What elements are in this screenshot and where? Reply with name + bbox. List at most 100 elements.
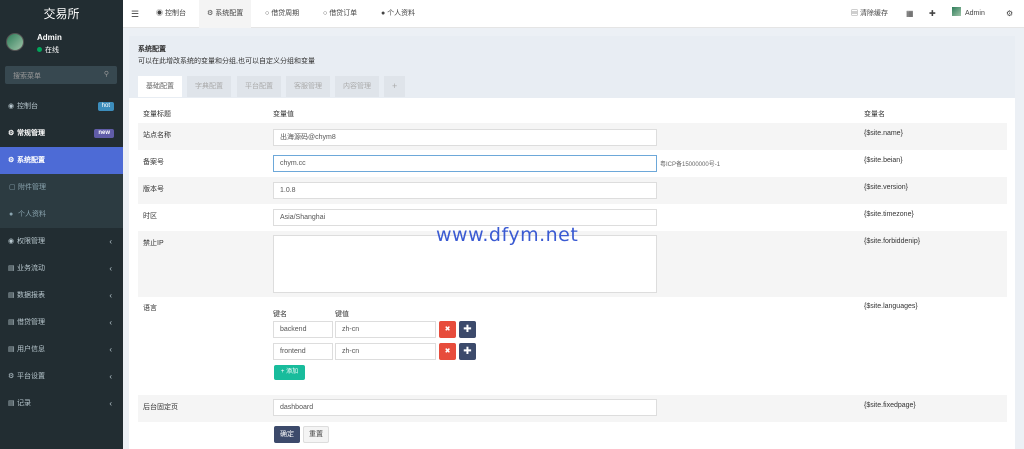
admin-avatar	[952, 7, 961, 16]
tab-label: 系统配置	[215, 10, 244, 17]
dashboard-icon: ◉	[8, 103, 15, 110]
version-input[interactable]: 1.0.8	[273, 182, 657, 199]
drag-row-button[interactable]: ✚	[459, 321, 476, 338]
chevron-left-icon: ‹	[109, 318, 112, 327]
fixed-page-input[interactable]: dashboard	[273, 399, 657, 416]
tab-platform[interactable]: 平台配置	[237, 76, 281, 97]
admin-menu[interactable]: Admin	[952, 0, 985, 28]
sidebar-item-dashboard[interactable]: ◉ 控制台 hot	[0, 93, 123, 120]
remove-row-button[interactable]: ✖	[439, 343, 456, 360]
reset-button[interactable]: 重置	[303, 426, 329, 443]
sidebar-item-auth[interactable]: ◉ 权限管理 ‹	[0, 228, 123, 255]
panel-heading: 系统配置 可以在此增改系统的变量和分组,也可以自定义分组和变量 基础配置 字典配…	[129, 36, 1015, 98]
sidebar-item-business[interactable]: ▤ 业务流动 ‹	[0, 255, 123, 282]
app-logo[interactable]: 交易所	[0, 0, 123, 28]
chevron-left-icon: ‹	[109, 237, 112, 246]
gear-icon: ⚙	[8, 373, 15, 380]
watermark: www.dfym.net	[436, 224, 579, 246]
row-varname: {$site.languages}	[864, 303, 918, 310]
translate-icon[interactable]: ▦	[906, 0, 914, 28]
user-icon: ●	[9, 211, 14, 218]
close-icon: ✖	[444, 326, 451, 333]
sidebar-item-users[interactable]: ▤ 用户信息 ‹	[0, 336, 123, 363]
row-varname: {$site.version}	[864, 184, 908, 191]
sidebar-search[interactable]: 搜索菜单 ⚲	[5, 66, 117, 84]
row-varname: {$site.forbiddenip}	[864, 238, 921, 245]
user-panel: Admin 在线	[0, 28, 123, 63]
row-varname: {$site.name}	[864, 130, 903, 137]
search-input[interactable]: 搜索菜单	[13, 71, 41, 81]
sidebar-item-attachment[interactable]: ▢ 附件管理	[0, 174, 123, 201]
list-icon: ▤	[8, 319, 15, 326]
tab-content[interactable]: 内容管理	[335, 76, 379, 97]
settings-icon[interactable]: ⚙	[1006, 0, 1013, 28]
online-dot-icon	[37, 47, 42, 52]
file-image-icon: ▢	[9, 184, 16, 191]
sidebar-item-loans[interactable]: ▤ 借贷管理 ‹	[0, 309, 123, 336]
group-icon: ◉	[8, 238, 15, 245]
tab-profile[interactable]: ● 个人资料	[375, 0, 421, 28]
sidebar-item-profile[interactable]: ● 个人资料	[0, 201, 123, 228]
sidebar-item-records[interactable]: ▤ 记录 ‹	[0, 390, 123, 417]
tab-loan-cycle[interactable]: ○ 借贷周期	[259, 0, 305, 28]
row-label: 时区	[143, 213, 157, 220]
add-language-button[interactable]: + 添加	[274, 365, 305, 380]
tab-basic[interactable]: 基础配置	[138, 76, 182, 97]
list-icon: ▤	[8, 265, 15, 272]
page-title: 系统配置	[138, 46, 166, 53]
lang-key-input[interactable]: frontend	[273, 343, 333, 360]
beian-input[interactable]: chym.cc	[273, 155, 657, 172]
dashboard-icon: ◉	[156, 10, 165, 17]
sidebar-item-label: 常规管理	[17, 130, 45, 137]
search-icon[interactable]: ⚲	[104, 70, 109, 78]
lang-value-input[interactable]: zh-cn	[335, 343, 436, 360]
tab-label: 控制台	[164, 10, 186, 17]
row-label: 站点名称	[143, 132, 171, 139]
content-panel: 系统配置 可以在此增改系统的变量和分组,也可以自定义分组和变量 基础配置 字典配…	[129, 36, 1015, 449]
sidebar-item-label: 用户信息	[17, 346, 45, 353]
sidebar-item-label: 附件管理	[18, 184, 46, 191]
drag-row-button[interactable]: ✚	[459, 343, 476, 360]
add-tab-button[interactable]: +	[384, 76, 406, 97]
trash-icon: ▤	[851, 10, 860, 17]
tab-dictionary[interactable]: 字典配置	[187, 76, 231, 97]
tab-config[interactable]: ⚙ 系统配置	[199, 0, 252, 28]
clear-cache-button[interactable]: ▤ 清除缓存	[851, 0, 888, 28]
avatar	[6, 33, 24, 51]
row-varname: {$site.beian}	[864, 157, 903, 164]
lang-key-input[interactable]: backend	[273, 321, 333, 338]
gear-icon: ⚙	[8, 157, 15, 164]
menu-toggle-icon[interactable]: ☰	[131, 0, 145, 28]
sidebar: 交易所 Admin 在线 搜索菜单 ⚲ ◉ 控制台 hot ⚙ 常规管理 new ⚙ 系统…	[0, 0, 123, 449]
chevron-left-icon: ‹	[109, 345, 112, 354]
add-label: 添加	[286, 369, 299, 375]
sidebar-item-general[interactable]: ⚙ 常规管理 new	[0, 120, 123, 147]
page-description: 可以在此增改系统的变量和分组,也可以自定义分组和变量	[138, 58, 315, 65]
file-icon: ▤	[8, 292, 15, 299]
user-name: Admin	[37, 33, 62, 42]
new-badge: new	[94, 129, 114, 138]
tab-dashboard[interactable]: ◉ 控制台	[150, 0, 192, 28]
key-header: 键名	[273, 311, 287, 318]
row-label: 语言	[143, 305, 157, 312]
chevron-left-icon: ‹	[109, 291, 112, 300]
tab-service[interactable]: 客服管理	[286, 76, 330, 97]
chevron-left-icon: ‹	[109, 372, 112, 381]
row-varname: {$site.fixedpage}	[864, 402, 916, 409]
sidebar-item-reports[interactable]: ▤ 数据报表 ‹	[0, 282, 123, 309]
move-icon: ✚	[463, 324, 472, 335]
remove-row-button[interactable]: ✖	[439, 321, 456, 338]
sidebar-menu: ◉ 控制台 hot ⚙ 常规管理 new ⚙ 系统配置 ▢ 附件管理 ● 个人资料 ◉ 权限管理…	[0, 93, 123, 417]
tab-loan-orders[interactable]: ○ 借贷订单	[317, 0, 363, 28]
submit-button[interactable]: 确定	[274, 426, 300, 443]
lang-value-input[interactable]: zh-cn	[335, 321, 436, 338]
close-icon: ✖	[444, 348, 451, 355]
fullscreen-icon[interactable]: ✚	[929, 0, 936, 28]
sidebar-item-config[interactable]: ⚙ 系统配置	[0, 147, 123, 174]
sidebar-item-platform[interactable]: ⚙ 平台设置 ‹	[0, 363, 123, 390]
tab-label: 借贷订单	[329, 10, 358, 17]
site-name-input[interactable]: 出海源码@chym8	[273, 129, 657, 146]
hot-badge: hot	[97, 102, 114, 111]
sidebar-item-label: 系统配置	[17, 157, 45, 164]
clear-cache-label: 清除缓存	[859, 10, 888, 17]
